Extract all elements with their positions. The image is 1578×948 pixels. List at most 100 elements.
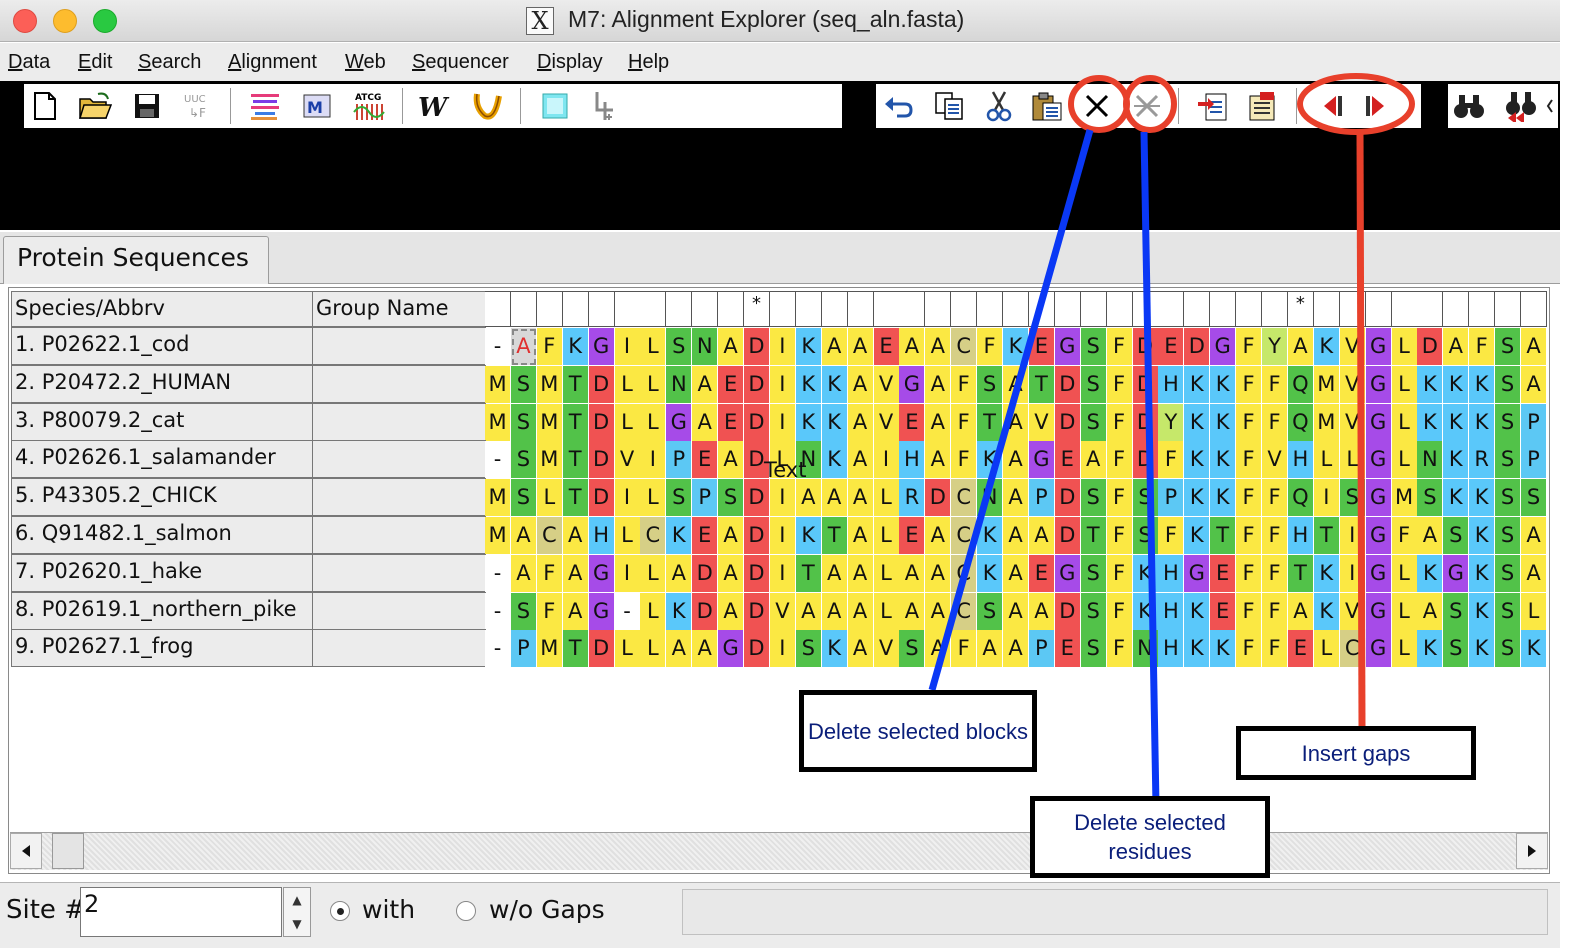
- residue-cell[interactable]: S: [1495, 365, 1522, 404]
- residue-cell[interactable]: P: [666, 441, 693, 480]
- residue-cell[interactable]: S: [1443, 630, 1470, 669]
- residue-cell[interactable]: S: [1495, 328, 1522, 366]
- residue-cell[interactable]: F: [951, 441, 978, 480]
- residue-cell[interactable]: A: [692, 630, 719, 669]
- residue-cell[interactable]: D: [1054, 517, 1081, 555]
- residue-cell[interactable]: V: [873, 403, 900, 442]
- find-icon[interactable]: [1452, 88, 1486, 124]
- site-number-input[interactable]: 2: [80, 887, 282, 937]
- delete-block-icon[interactable]: [1080, 88, 1114, 124]
- residue-cell[interactable]: F: [1262, 592, 1288, 631]
- residue-cell[interactable]: S: [1132, 517, 1159, 555]
- residue-cell[interactable]: K: [1443, 441, 1470, 480]
- residue-cell[interactable]: F: [1106, 554, 1133, 593]
- residue-cell[interactable]: G: [588, 592, 615, 631]
- residue-cell[interactable]: S: [1080, 630, 1107, 669]
- residue-cell[interactable]: G: [1365, 517, 1392, 555]
- residue-cell[interactable]: K: [1417, 365, 1444, 404]
- species-name-cell[interactable]: 4. P02626.1_salamander: [11, 440, 313, 479]
- residue-cell[interactable]: S: [1132, 479, 1159, 518]
- residue-cell[interactable]: K: [1417, 403, 1444, 442]
- residue-cell[interactable]: K: [795, 517, 822, 555]
- residue-cell[interactable]: K: [795, 403, 822, 442]
- residue-cell[interactable]: A: [718, 554, 745, 593]
- residue-cell[interactable]: Q: [1287, 479, 1314, 518]
- residue-cell[interactable]: A: [899, 592, 926, 631]
- residue-cell[interactable]: L: [1391, 592, 1418, 631]
- residue-cell[interactable]: C: [951, 517, 978, 555]
- residue-cell[interactable]: F: [1262, 554, 1288, 593]
- group-name-cell[interactable]: [312, 327, 486, 365]
- residue-cell[interactable]: T: [1287, 554, 1314, 593]
- residue-cell[interactable]: A: [821, 328, 848, 366]
- residue-cell[interactable]: F: [1236, 365, 1263, 404]
- residue-cell[interactable]: A: [899, 554, 926, 593]
- residue-cell[interactable]: K: [562, 328, 589, 366]
- residue-cell[interactable]: D: [744, 365, 770, 404]
- residue-cell[interactable]: L: [640, 630, 667, 669]
- residue-cell[interactable]: F: [1106, 403, 1133, 442]
- residue-cell[interactable]: A: [1443, 328, 1470, 366]
- menu-sequencer[interactable]: Sequencer: [412, 51, 509, 74]
- residue-cell[interactable]: N: [666, 365, 693, 404]
- scroll-left-button[interactable]: [10, 833, 42, 869]
- residue-cell[interactable]: F: [1106, 328, 1133, 366]
- residue-cell[interactable]: K: [1521, 630, 1547, 669]
- residue-cell[interactable]: A: [1003, 554, 1029, 593]
- residue-cell[interactable]: V: [873, 630, 900, 669]
- residue-cell[interactable]: C: [951, 592, 978, 631]
- residue-cell[interactable]: A: [692, 403, 719, 442]
- residue-cell[interactable]: N: [977, 479, 1004, 518]
- radio-with-gaps[interactable]: [330, 901, 350, 921]
- residue-cell[interactable]: F: [1106, 630, 1133, 669]
- residue-cell[interactable]: D: [1054, 403, 1081, 442]
- residue-cell[interactable]: D: [1132, 403, 1159, 442]
- residue-cell[interactable]: F: [951, 630, 978, 669]
- residue-cell[interactable]: A: [899, 328, 926, 366]
- clustalw-icon[interactable]: W: [416, 88, 450, 124]
- residue-cell[interactable]: S: [510, 365, 537, 404]
- residue-cell[interactable]: A: [847, 517, 874, 555]
- residue-cell[interactable]: H: [899, 441, 926, 480]
- residue-cell[interactable]: L: [873, 592, 900, 631]
- residue-cell[interactable]: K: [1210, 403, 1237, 442]
- residue-cell[interactable]: V: [1339, 403, 1366, 442]
- residue-cell[interactable]: A: [925, 517, 952, 555]
- residue-cell[interactable]: A: [821, 479, 848, 518]
- residue-cell[interactable]: F: [951, 403, 978, 442]
- residue-cell[interactable]: A: [1080, 441, 1107, 480]
- species-name-cell[interactable]: 7. P02620.1_hake: [11, 553, 313, 592]
- residue-cell[interactable]: G: [1028, 441, 1055, 480]
- residue-cell[interactable]: S: [1443, 517, 1470, 555]
- residue-cell[interactable]: H: [1158, 365, 1185, 404]
- residue-cell[interactable]: C: [951, 479, 978, 518]
- residue-cell[interactable]: K: [1132, 592, 1159, 631]
- residue-cell[interactable]: I: [769, 630, 796, 669]
- residue-cell[interactable]: S: [510, 592, 537, 631]
- residue-cell[interactable]: G: [1054, 328, 1081, 366]
- residue-cell[interactable]: F: [1236, 479, 1263, 518]
- residue-cell[interactable]: S: [1521, 479, 1547, 518]
- residue-cell[interactable]: S: [1417, 479, 1444, 518]
- muscle-worm-icon[interactable]: [470, 88, 504, 124]
- residue-cell[interactable]: S: [977, 365, 1004, 404]
- residue-cell[interactable]: S: [795, 630, 822, 669]
- residue-cell[interactable]: M: [536, 630, 563, 669]
- residue-cell[interactable]: I: [769, 403, 796, 442]
- group-name-cell[interactable]: [312, 402, 486, 441]
- residue-cell[interactable]: F: [1236, 517, 1263, 555]
- residue-cell[interactable]: E: [1158, 328, 1185, 366]
- residue-cell[interactable]: A: [847, 592, 874, 631]
- residue-cell[interactable]: A: [925, 441, 952, 480]
- residue-cell[interactable]: I: [1339, 517, 1366, 555]
- residue-cell[interactable]: N: [1132, 630, 1159, 669]
- residue-cell[interactable]: I: [769, 365, 796, 404]
- residue-cell[interactable]: V: [1262, 441, 1288, 480]
- residue-cell[interactable]: G: [1054, 554, 1081, 593]
- residue-cell[interactable]: K: [1469, 479, 1496, 518]
- site-spinner[interactable]: ▲ ▼: [283, 887, 311, 937]
- residue-cell[interactable]: M: [485, 479, 511, 518]
- residue-cell[interactable]: F: [1236, 441, 1263, 480]
- save-icon[interactable]: [130, 88, 164, 124]
- residue-cell[interactable]: A: [795, 592, 822, 631]
